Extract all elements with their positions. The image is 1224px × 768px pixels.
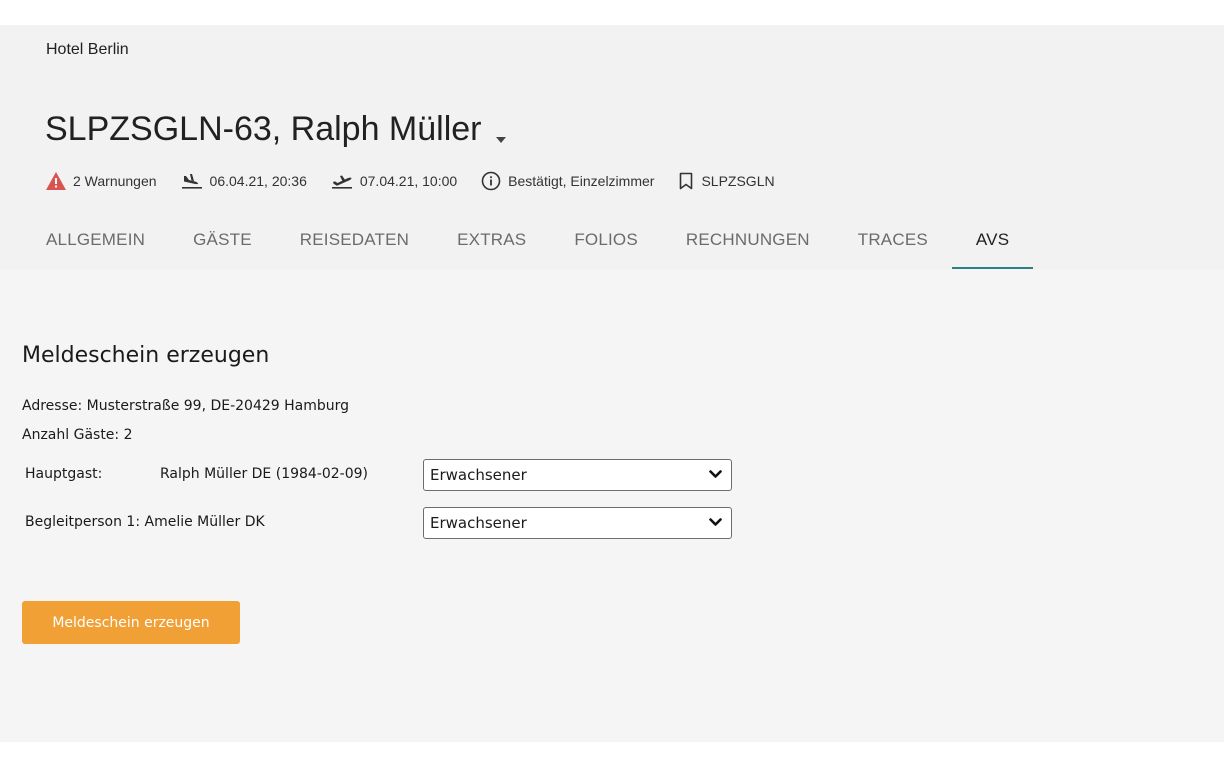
app-frame: Hotel Berlin SLPZSGLN-63, Ralph Müller 2… [0,25,1224,742]
warning-triangle-icon [46,172,66,190]
tab-bar: ALLGEMEIN GÄSTE REISEDATEN EXTRAS FOLIOS… [22,221,1034,269]
booking-title-text: SLPZSGLN-63, Ralph Müller [45,110,482,148]
chevron-down-icon [709,518,722,526]
guest-row-main: Hauptgast: Ralph Müller DE (1984-02-09) … [25,459,745,491]
tab-traces[interactable]: TRACES [834,221,952,269]
booking-title[interactable]: SLPZSGLN-63, Ralph Müller [45,107,506,152]
flight-land-icon [181,174,202,189]
booking-code-text: SLPZSGLN [701,173,775,189]
status-text: Bestätigt, Einzelzimmer [508,173,655,189]
flight-takeoff-icon [331,175,352,189]
chevron-down-icon [709,470,722,478]
guest-count: Anzahl Gäste: 2 [22,427,133,443]
booking-meta: 2 Warnungen 06.04.21, 20:36 07.04.21, 10… [46,171,799,191]
create-registration-button[interactable]: Meldeschein erzeugen [22,601,240,644]
arrival-date: 06.04.21, 20:36 [181,173,307,189]
info-icon [481,171,501,191]
booking-code: SLPZSGLN [678,172,775,190]
booking-header: Hotel Berlin SLPZSGLN-63, Ralph Müller 2… [0,25,1224,270]
tab-reisedaten[interactable]: REISEDATEN [276,221,433,269]
guest-label: Begleitperson 1: Amelie Müller DK [25,514,265,530]
guest-name: Ralph Müller DE (1984-02-09) [160,466,369,482]
guest-type-value: Erwachsener [430,514,527,532]
bookmark-icon [680,172,693,190]
departure-text: 07.04.21, 10:00 [359,173,458,189]
guest-type-value: Erwachsener [430,466,527,484]
warnings-indicator[interactable]: 2 Warnungen [46,172,157,190]
tab-gaeste[interactable]: GÄSTE [169,221,276,269]
booking-status: Bestätigt, Einzelzimmer [481,171,654,191]
caret-down-icon[interactable] [495,113,506,152]
arrival-text: 06.04.21, 20:36 [209,173,307,189]
tab-folios[interactable]: FOLIOS [550,221,662,269]
tab-allgemein[interactable]: ALLGEMEIN [22,221,169,269]
guest-row-companion: Begleitperson 1: Amelie Müller DK Erwach… [25,507,745,539]
tab-rechnungen[interactable]: RECHNUNGEN [662,221,834,269]
warnings-text: 2 Warnungen [73,173,157,189]
tab-extras[interactable]: EXTRAS [433,221,550,269]
guest-address: Adresse: Musterstraße 99, DE-20429 Hambu… [22,398,350,414]
guest-type-select-main[interactable]: Erwachsener [423,459,732,491]
hotel-name: Hotel Berlin [46,41,129,58]
section-title: Meldeschein erzeugen [22,343,270,368]
guest-type-select-companion[interactable]: Erwachsener [423,507,732,539]
guest-label: Hauptgast: [25,466,103,482]
departure-date: 07.04.21, 10:00 [331,173,457,189]
tab-avs[interactable]: AVS [951,221,1034,269]
